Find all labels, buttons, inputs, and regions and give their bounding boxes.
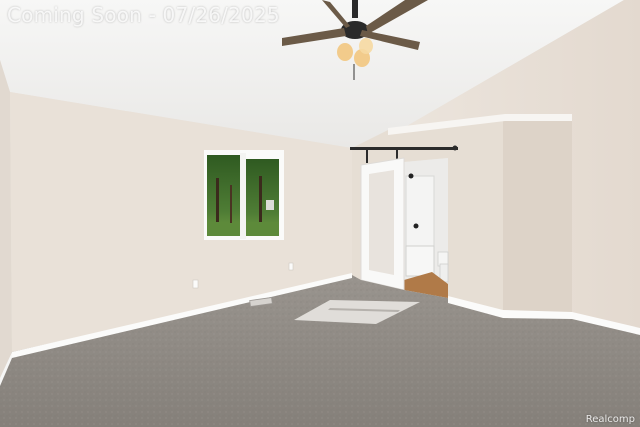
- empty-bedroom-illustration: [0, 0, 640, 427]
- bathtub: [405, 245, 435, 277]
- rail-stop: [452, 145, 458, 151]
- alcove-pillar: [503, 118, 572, 314]
- listing-banner-text: Coming Soon - 07/26/2025: [7, 3, 280, 27]
- shower-head: [408, 173, 414, 179]
- barn-door-hanger-left: [366, 149, 368, 163]
- shower-valve: [413, 223, 419, 229]
- outlet-right: [288, 262, 294, 271]
- window: [204, 150, 284, 240]
- barn-door-panel: [369, 170, 394, 275]
- watermark-text: Realcomp: [585, 414, 635, 425]
- outlet-left: [192, 279, 199, 289]
- shower-surround: [405, 175, 435, 249]
- room-photo: Coming Soon - 07/26/2025 Realcomp: [0, 0, 640, 427]
